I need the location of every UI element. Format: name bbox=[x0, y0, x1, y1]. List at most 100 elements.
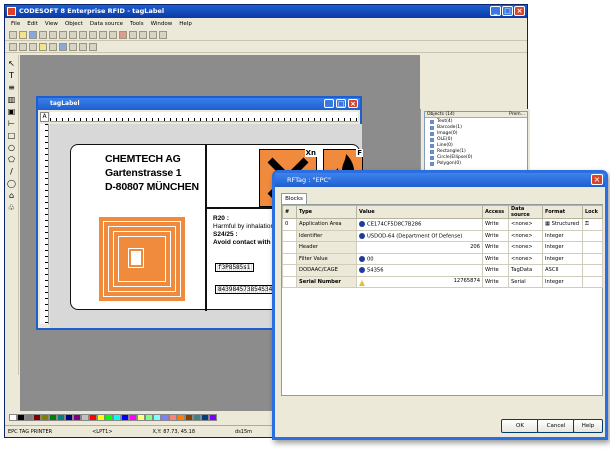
table-row[interactable]: 0 Application Area CE174CF5D8C7B286 Writ… bbox=[282, 218, 603, 231]
text-tool-icon[interactable]: T bbox=[9, 71, 14, 80]
rectangle-tool-icon[interactable]: □ bbox=[8, 131, 16, 140]
color-swatch[interactable] bbox=[185, 414, 193, 421]
color-swatch[interactable] bbox=[153, 414, 161, 421]
color-swatch[interactable] bbox=[33, 414, 41, 421]
color-swatch[interactable] bbox=[209, 414, 217, 421]
table-icon[interactable] bbox=[49, 43, 57, 51]
color-swatch[interactable] bbox=[137, 414, 145, 421]
font-size-icon[interactable] bbox=[29, 43, 37, 51]
row-source[interactable]: <none> bbox=[508, 241, 543, 254]
menu-data-source[interactable]: Data source bbox=[90, 19, 123, 29]
row-lock[interactable] bbox=[582, 264, 603, 277]
color-swatch[interactable] bbox=[57, 414, 65, 421]
underline-icon[interactable] bbox=[89, 43, 97, 51]
color-swatch[interactable] bbox=[113, 414, 121, 421]
print-icon[interactable] bbox=[49, 31, 57, 39]
color-swatch[interactable] bbox=[9, 414, 17, 421]
print-preview-icon[interactable] bbox=[39, 31, 47, 39]
row-source[interactable]: Serial bbox=[508, 275, 543, 288]
align-right-icon[interactable] bbox=[159, 31, 167, 39]
column-header-lock[interactable]: Lock bbox=[582, 205, 603, 219]
color-swatch[interactable] bbox=[145, 414, 153, 421]
column-header-data-source[interactable]: Data source bbox=[508, 205, 543, 219]
doc-maximize-button[interactable]: □ bbox=[336, 99, 346, 108]
line-tool-icon[interactable]: ⊢ bbox=[8, 119, 15, 128]
menu-edit[interactable]: Edit bbox=[27, 19, 38, 29]
row-value[interactable]: 206 bbox=[356, 241, 483, 254]
align-left-icon[interactable] bbox=[139, 31, 147, 39]
circle-tool-icon[interactable]: ○ bbox=[8, 143, 15, 152]
copy-icon[interactable] bbox=[79, 31, 87, 39]
row-format[interactable]: ASCII bbox=[542, 264, 583, 277]
paste-icon[interactable] bbox=[89, 31, 97, 39]
ruler-icon[interactable] bbox=[19, 43, 27, 51]
row-value-cell[interactable]: USDOD-64 (Department Of Defense) bbox=[356, 229, 483, 242]
table-row[interactable]: DODAAC/CAGE 54356 Write TagData ASCII bbox=[282, 264, 603, 277]
row-value-cell[interactable]: 54356 bbox=[356, 264, 483, 277]
tree-item-polygon[interactable]: Polygon(0) bbox=[427, 161, 525, 167]
barcode-field-1[interactable]: f3P8585si bbox=[215, 263, 254, 272]
diagonal-line-icon[interactable]: / bbox=[10, 167, 13, 176]
column-header-value[interactable]: Value bbox=[356, 205, 483, 219]
row-source[interactable]: <none> bbox=[508, 218, 543, 231]
dialog-close-button[interactable]: × bbox=[591, 174, 603, 185]
row-source[interactable]: <none> bbox=[508, 252, 543, 265]
row-access[interactable]: Write bbox=[482, 241, 509, 254]
ellipse-tool-icon[interactable]: ◯ bbox=[7, 179, 16, 188]
color-swatch[interactable] bbox=[169, 414, 177, 421]
row-value-cell[interactable]: 00 bbox=[356, 252, 483, 265]
color-swatch[interactable] bbox=[193, 414, 201, 421]
row-lock[interactable] bbox=[582, 241, 603, 254]
color-swatch[interactable] bbox=[41, 414, 49, 421]
menu-file[interactable]: File bbox=[11, 19, 20, 29]
color-swatch[interactable] bbox=[17, 414, 25, 421]
menu-window[interactable]: Window bbox=[151, 19, 173, 29]
color-swatch[interactable] bbox=[49, 414, 57, 421]
color-swatch[interactable] bbox=[201, 414, 209, 421]
menu-object[interactable]: Object bbox=[65, 19, 83, 29]
paragraph-tool-icon[interactable]: ≡ bbox=[8, 83, 15, 92]
color-swatch[interactable] bbox=[89, 414, 97, 421]
redo-icon[interactable] bbox=[109, 31, 117, 39]
color-swatch[interactable] bbox=[177, 414, 185, 421]
save-icon[interactable] bbox=[29, 31, 37, 39]
objects-prem-button[interactable]: Prem... bbox=[509, 112, 525, 117]
undo-icon[interactable] bbox=[99, 31, 107, 39]
color-swatch[interactable] bbox=[73, 414, 81, 421]
cancel-button[interactable]: Cancel bbox=[537, 419, 575, 433]
ruler-corner-icon[interactable]: A bbox=[40, 112, 49, 122]
row-format-cell[interactable]: ▦ Structured bbox=[542, 218, 583, 231]
company-city[interactable]: D-80807 MÜNCHEN bbox=[105, 181, 199, 193]
row-source[interactable]: <none> bbox=[508, 229, 543, 242]
help-button[interactable]: Help bbox=[573, 419, 603, 433]
row-lock[interactable] bbox=[582, 275, 603, 288]
color-swatch[interactable] bbox=[161, 414, 169, 421]
cut-icon[interactable] bbox=[69, 31, 77, 39]
italic-icon[interactable] bbox=[79, 43, 87, 51]
row-value-cell[interactable]: 12765874 bbox=[356, 275, 483, 288]
minimize-button[interactable]: _ bbox=[490, 6, 501, 16]
row-value-cell[interactable]: CE174CF5D8C7B286 bbox=[356, 218, 483, 231]
menu-help[interactable]: Help bbox=[179, 19, 192, 29]
row-lock[interactable] bbox=[582, 252, 603, 265]
menu-tools[interactable]: Tools bbox=[130, 19, 144, 29]
table-row[interactable]: Identifier USDOD-64 (Department Of Defen… bbox=[282, 229, 603, 242]
image-tool-icon[interactable]: ▣ bbox=[8, 107, 16, 116]
bold-icon[interactable] bbox=[69, 43, 77, 51]
color-swatch[interactable] bbox=[121, 414, 129, 421]
column-header-num[interactable]: # bbox=[282, 205, 297, 219]
company-street[interactable]: Gartenstrasse 1 bbox=[105, 167, 182, 179]
row-lock[interactable] bbox=[582, 229, 603, 242]
move-icon[interactable] bbox=[119, 31, 127, 39]
row-source[interactable]: TagData bbox=[508, 264, 543, 277]
tab-blocks[interactable]: Blocks bbox=[281, 193, 307, 204]
column-header-type[interactable]: Type bbox=[296, 205, 357, 219]
color-swatch[interactable] bbox=[65, 414, 73, 421]
grid-icon[interactable] bbox=[9, 43, 17, 51]
shape-tool-icon[interactable]: ♧ bbox=[8, 203, 15, 212]
table-row[interactable]: Header 206 Write <none> Integer bbox=[282, 241, 603, 254]
maximize-button[interactable]: □ bbox=[502, 6, 513, 16]
row-format[interactable]: Integer bbox=[542, 241, 583, 254]
s-phrase-code[interactable]: S24/25 : bbox=[213, 231, 238, 238]
table-row[interactable]: Filter Value 00 Write <none> Integer bbox=[282, 252, 603, 265]
